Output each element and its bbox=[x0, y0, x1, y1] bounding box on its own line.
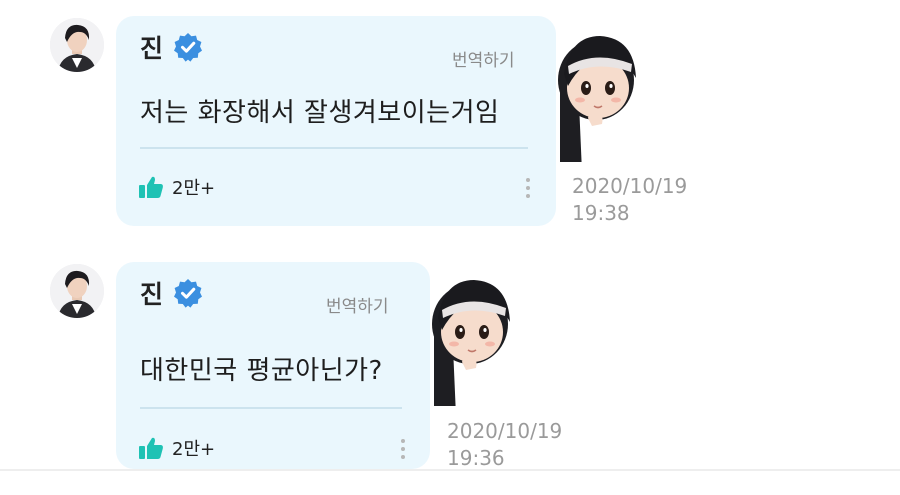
avatar-image bbox=[50, 264, 104, 318]
bubble-divider bbox=[140, 147, 528, 149]
timestamp: 2020/10/19 19:38 bbox=[572, 173, 687, 227]
message-bubble: 진 번역하기 대한민국 평균아닌가? 2만+ bbox=[116, 262, 430, 469]
translate-button[interactable]: 번역하기 bbox=[326, 292, 389, 317]
message-bubble: 진 번역하기 저는 화장해서 잘생겨보이는거임 2만+ bbox=[116, 16, 556, 226]
timestamp-time: 19:36 bbox=[447, 446, 505, 470]
author-row: 진 bbox=[140, 276, 203, 310]
verified-check-icon bbox=[174, 33, 203, 62]
timestamp-date: 2020/10/19 bbox=[447, 419, 563, 443]
post-2: 진 번역하기 대한민국 평균아닌가? 2만+ 2020/10/19 19:36 bbox=[0, 246, 900, 471]
tinytan-sticker bbox=[558, 36, 636, 162]
translate-button[interactable]: 번역하기 bbox=[452, 46, 515, 71]
author-avatar[interactable] bbox=[50, 18, 104, 72]
post-1: 진 번역하기 저는 화장해서 잘생겨보이는거임 2만+ 2020/10/19 1… bbox=[0, 0, 900, 240]
avatar-image bbox=[50, 18, 104, 72]
like-button[interactable]: 2만+ bbox=[138, 174, 215, 200]
verified-check-icon bbox=[174, 279, 203, 308]
bubble-divider bbox=[140, 407, 402, 409]
author-row: 진 bbox=[140, 30, 203, 64]
timestamp-date: 2020/10/19 bbox=[572, 174, 688, 198]
tinytan-sticker bbox=[432, 280, 510, 406]
author-name: 진 bbox=[140, 34, 164, 63]
timestamp-time: 19:38 bbox=[572, 201, 630, 225]
more-options-icon[interactable] bbox=[522, 175, 534, 201]
thumbs-up-icon bbox=[139, 437, 163, 459]
timestamp: 2020/10/19 19:36 bbox=[447, 418, 562, 472]
author-avatar[interactable] bbox=[50, 264, 104, 318]
like-count: 2만+ bbox=[172, 439, 216, 460]
bottom-divider bbox=[0, 469, 900, 471]
author-name: 진 bbox=[140, 280, 164, 309]
message-text: 저는 화장해서 잘생겨보이는거임 bbox=[140, 98, 500, 128]
like-button[interactable]: 2만+ bbox=[138, 435, 215, 461]
more-options-icon[interactable] bbox=[397, 436, 409, 462]
like-count: 2만+ bbox=[172, 178, 216, 199]
thumbs-up-icon bbox=[139, 176, 163, 198]
message-text: 대한민국 평균아닌가? bbox=[140, 356, 383, 386]
